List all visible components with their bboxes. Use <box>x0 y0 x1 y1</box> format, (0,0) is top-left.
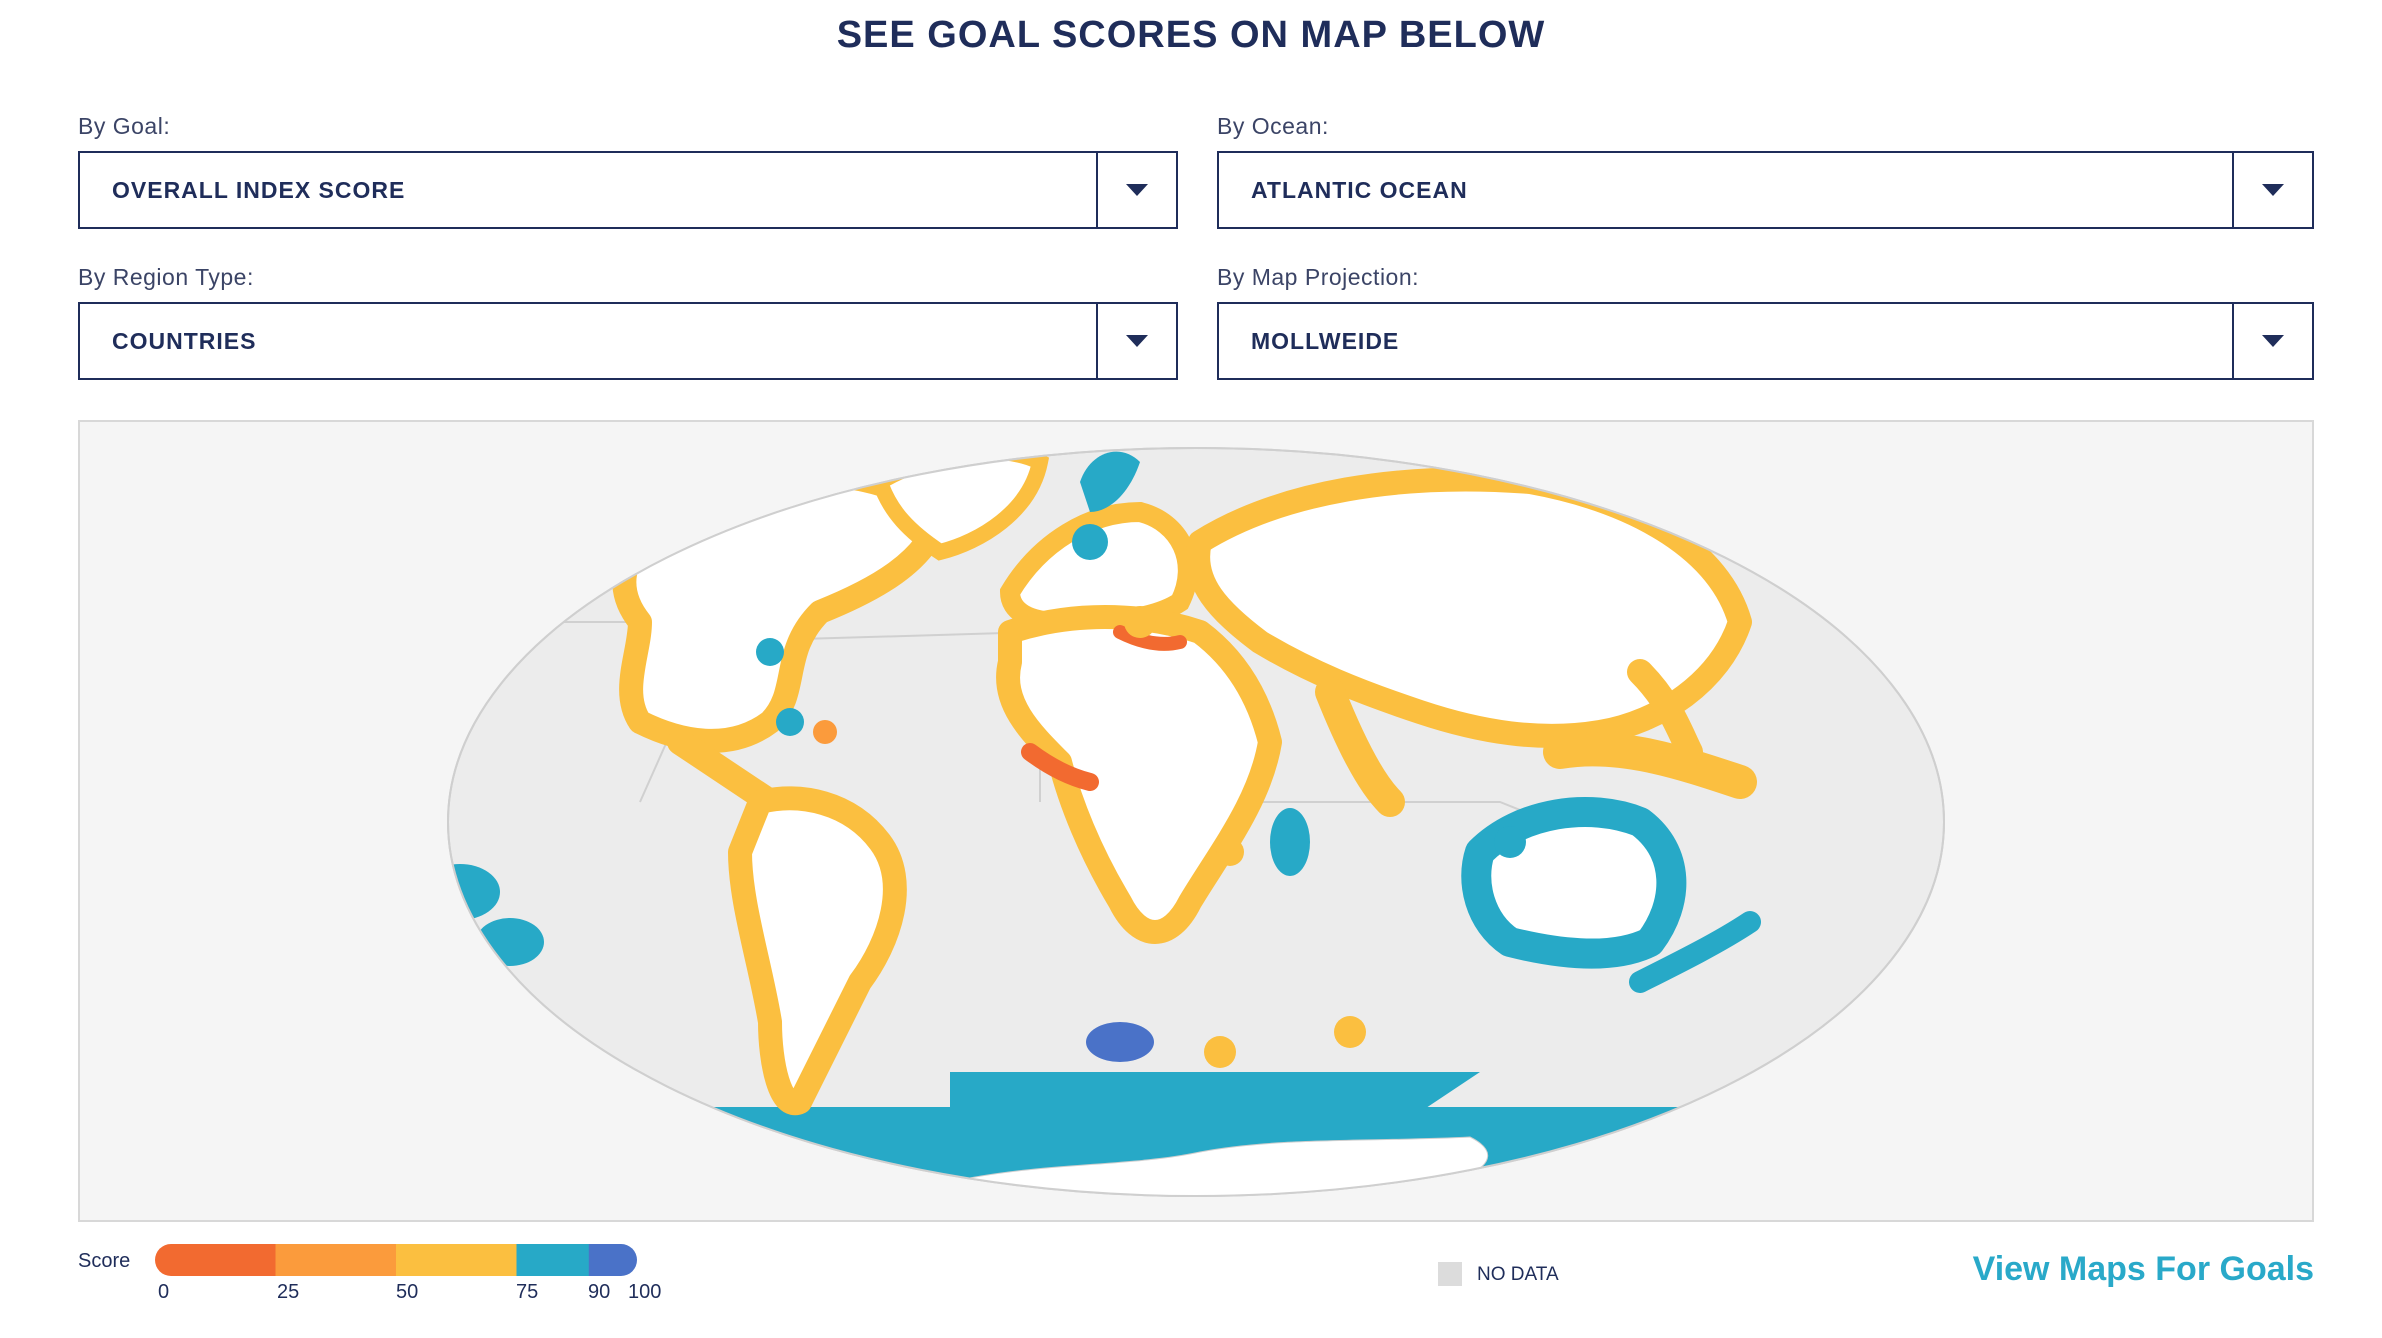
falklands-region[interactable] <box>1086 1022 1154 1062</box>
legend-tick: 75 <box>516 1281 539 1303</box>
south-atlantic-region[interactable] <box>1204 1036 1236 1068</box>
legend-band <box>155 1244 276 1276</box>
madagascar-region[interactable] <box>1270 808 1310 876</box>
bermuda-region[interactable] <box>756 638 784 666</box>
legend-band <box>396 1244 517 1276</box>
southern-ocean-region[interactable] <box>380 1107 1780 1220</box>
north-atlantic-region[interactable] <box>1072 524 1108 560</box>
legend-tick: 100 <box>628 1281 662 1303</box>
south-atlantic-region[interactable] <box>1334 1016 1366 1048</box>
ocean-select-value: ATLANTIC OCEAN <box>1251 176 1468 203</box>
goal-dropdown-button[interactable] <box>1096 153 1176 227</box>
legend-band <box>516 1244 590 1276</box>
pacific-island-region[interactable] <box>476 918 544 966</box>
projection-dropdown-button[interactable] <box>2232 304 2312 378</box>
page-title: SEE GOAL SCORES ON MAP BELOW <box>836 14 1546 56</box>
no-data-swatch <box>1438 1262 1462 1286</box>
no-data-label: NO DATA <box>1477 1264 1559 1285</box>
indian-ocean-region[interactable] <box>1494 826 1526 858</box>
projection-select-value: MOLLWEIDE <box>1251 327 1400 354</box>
pacific-island-region[interactable] <box>394 906 426 938</box>
score-legend-bar <box>155 1244 637 1276</box>
pacific-island-region[interactable] <box>420 864 500 920</box>
projection-filter-label: By Map Projection: <box>1217 264 1420 290</box>
ocean-select[interactable]: ATLANTIC OCEAN <box>1217 151 2314 229</box>
chevron-down-icon <box>1126 335 1148 347</box>
region-select-value: COUNTRIES <box>112 327 257 354</box>
atlantic-island-region[interactable] <box>1124 606 1156 638</box>
region-filter-label: By Region Type: <box>78 264 254 290</box>
ocean-filter-label: By Ocean: <box>1217 113 1329 139</box>
legend-tick: 90 <box>588 1281 611 1303</box>
goal-filter-label: By Goal: <box>78 113 171 139</box>
chevron-down-icon <box>2262 335 2284 347</box>
pacific-island-region[interactable] <box>388 740 432 784</box>
legend-band <box>588 1244 637 1276</box>
legend-label: Score <box>78 1250 131 1272</box>
chevron-down-icon <box>2262 184 2284 196</box>
world-map[interactable] <box>80 422 2312 1220</box>
projection-select[interactable]: MOLLWEIDE <box>1217 302 2314 380</box>
caribbean-region[interactable] <box>776 708 804 736</box>
region-dropdown-button[interactable] <box>1096 304 1176 378</box>
southern-ocean-region[interactable] <box>950 1072 1480 1112</box>
pacific-island-region[interactable] <box>360 702 400 742</box>
goal-select-value: OVERALL INDEX SCORE <box>112 176 406 203</box>
caribbean-region[interactable] <box>813 720 837 744</box>
goal-select[interactable]: OVERALL INDEX SCORE <box>78 151 1178 229</box>
region-select[interactable]: COUNTRIES <box>78 302 1178 380</box>
page: SEE GOAL SCORES ON MAP BELOW By Goal: OV… <box>0 0 2382 1338</box>
legend-tick: 50 <box>396 1281 419 1303</box>
map-panel[interactable] <box>78 420 2314 1222</box>
atlantic-island-region[interactable] <box>1216 838 1244 866</box>
legend-tick: 0 <box>158 1281 170 1303</box>
view-maps-for-goals-link[interactable]: View Maps For Goals <box>1973 1250 2314 1289</box>
ocean-dropdown-button[interactable] <box>2232 153 2312 227</box>
pacific-island-region[interactable] <box>308 830 352 874</box>
chevron-down-icon <box>1126 184 1148 196</box>
legend-tick: 25 <box>277 1281 300 1303</box>
pacific-island-region[interactable] <box>352 864 388 900</box>
legend-band <box>275 1244 397 1276</box>
